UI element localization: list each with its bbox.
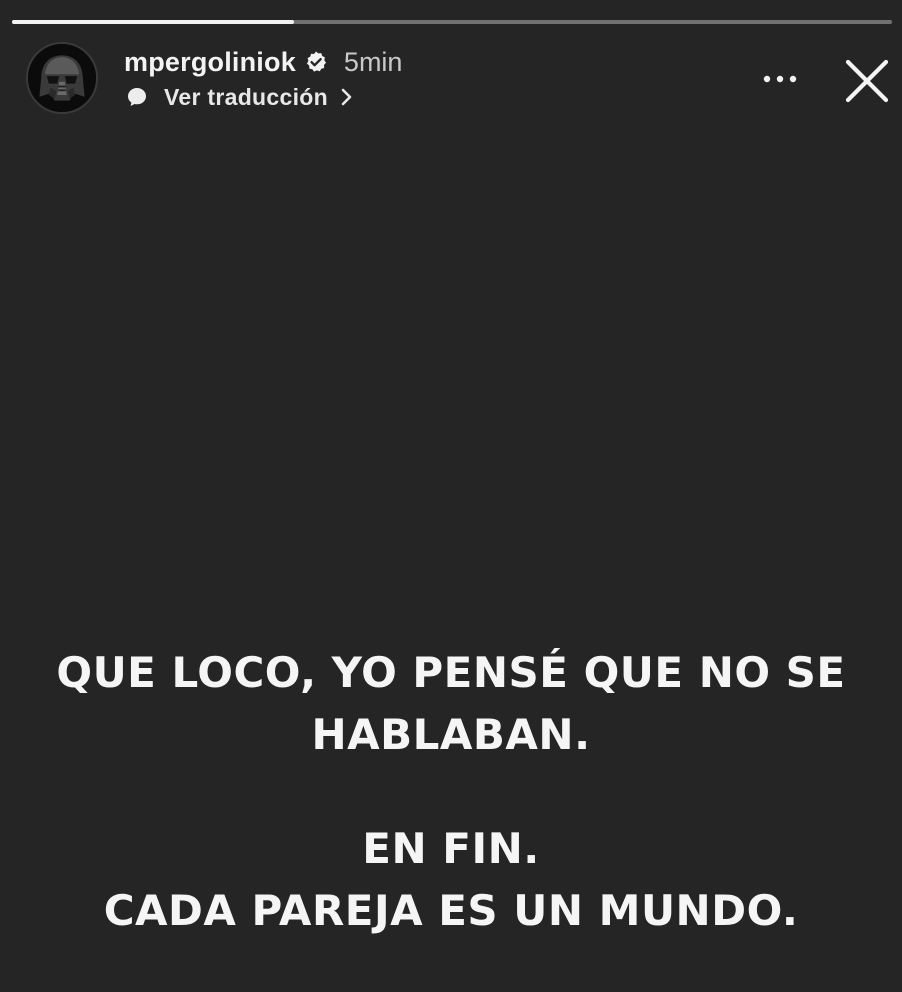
story-header: mpergoliniok 5min — [124, 44, 402, 80]
story-text-line: HABLABAN. — [311, 710, 591, 759]
story-text-block: QUE LOCO, YO PENSÉ QUE NO SE HABLABAN. — [0, 642, 902, 766]
more-options-button[interactable] — [758, 62, 802, 96]
speech-bubble-icon — [126, 86, 148, 108]
chevron-right-icon — [340, 88, 354, 106]
story-progress-bar — [12, 20, 892, 24]
avatar[interactable] — [26, 42, 98, 114]
story-progress-fill — [12, 20, 294, 24]
verified-badge-icon — [304, 50, 328, 74]
close-icon — [845, 59, 889, 103]
helmet-avatar-icon — [28, 44, 96, 112]
translate-link[interactable]: Ver traducción — [126, 80, 354, 114]
close-button[interactable] — [838, 52, 896, 110]
username[interactable]: mpergoliniok — [124, 47, 296, 78]
story-text-line: QUE LOCO, YO PENSÉ QUE NO SE — [56, 648, 846, 697]
more-options-icon — [763, 75, 797, 83]
story-text-line: CADA PAREJA ES UN MUNDO. — [103, 886, 799, 935]
story-text-block: EN FIN. CADA PAREJA ES UN MUNDO. — [0, 818, 902, 942]
story-viewer: mpergoliniok 5min Ver traducción QUE LOC… — [0, 0, 902, 992]
translate-label: Ver traducción — [164, 83, 328, 110]
story-text-line: EN FIN. — [362, 824, 540, 873]
post-time: 5min — [343, 46, 403, 77]
